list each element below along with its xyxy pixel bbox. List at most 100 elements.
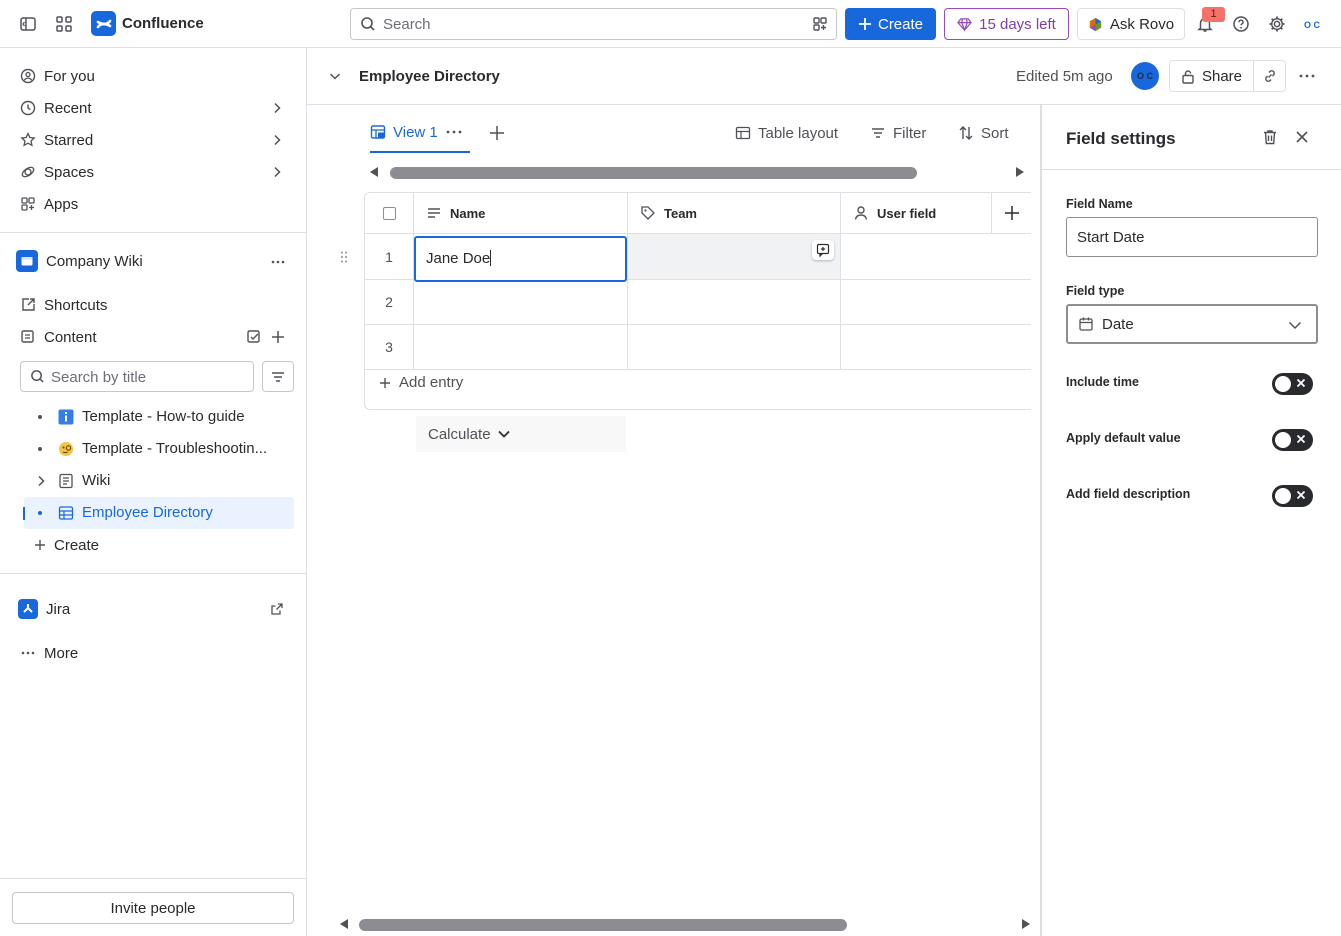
select-all-cell [365, 193, 414, 234]
table-cell-team[interactable] [628, 325, 841, 370]
chevron-right-icon[interactable] [270, 101, 284, 115]
share-button[interactable]: Share [1169, 60, 1254, 92]
person-icon [854, 206, 868, 220]
external-link-icon[interactable] [270, 602, 284, 616]
scroll-left-arrow-icon[interactable] [368, 166, 380, 178]
table-layout-label: Table layout [758, 124, 839, 142]
edited-timestamp[interactable]: Edited 5m ago [1016, 68, 1113, 85]
space-header[interactable]: Company Wiki [16, 248, 298, 274]
include-time-toggle[interactable] [1272, 373, 1313, 395]
sidebar-item-starred[interactable]: Starred [8, 124, 298, 156]
content-icon [21, 330, 34, 343]
bullet [38, 447, 42, 451]
collaborator-avatar[interactable]: O C [1131, 62, 1159, 90]
scroll-left-arrow-icon[interactable] [338, 918, 350, 930]
sidebar-item-content[interactable]: Content [8, 321, 298, 353]
tab-view-1[interactable]: View 1 [370, 113, 470, 153]
invite-people-button[interactable]: Invite people [12, 892, 294, 924]
table-cell-user-field[interactable] [841, 280, 1031, 325]
scroll-right-arrow-icon[interactable] [1020, 918, 1032, 930]
add-view-icon[interactable] [489, 125, 505, 141]
column-header-team[interactable]: Team [628, 193, 841, 234]
close-icon[interactable] [1294, 129, 1310, 145]
user-avatar[interactable]: O C [1299, 12, 1325, 38]
sidebar-toggle-icon[interactable] [16, 12, 40, 36]
create-button[interactable]: Create [845, 8, 936, 40]
app-switcher-icon[interactable] [52, 12, 76, 36]
settings-gear-icon[interactable] [1265, 12, 1289, 36]
sidebar-item-apps[interactable]: Apps [8, 188, 298, 220]
chevron-right-icon[interactable] [270, 133, 284, 147]
sidebar-divider [0, 573, 306, 574]
row-number[interactable]: 1 [365, 234, 414, 280]
sidebar-item-jira[interactable]: Jira [8, 593, 298, 625]
comment-icon[interactable] [812, 240, 834, 260]
table-cell-user-field[interactable] [841, 234, 1031, 280]
sidebar-item-label: Apps [44, 195, 79, 213]
field-name-label: Field Name [1066, 197, 1133, 211]
sidebar-item-for-you[interactable]: For you [8, 60, 298, 92]
sidebar-create-button[interactable]: Create [24, 529, 224, 561]
filter-button[interactable]: Filter [870, 120, 926, 146]
row-number[interactable]: 3 [365, 325, 414, 370]
global-search-input[interactable]: Search [350, 8, 837, 40]
filter-content-icon[interactable] [246, 329, 262, 345]
drag-handle-icon[interactable] [339, 250, 349, 264]
field-name-input[interactable]: Start Date [1066, 217, 1318, 257]
add-field-description-toggle[interactable] [1272, 485, 1313, 507]
sidebar-item-shortcuts[interactable]: Shortcuts [8, 289, 298, 321]
collapse-chevron-icon[interactable] [328, 69, 342, 83]
confluence-logo-icon[interactable] [91, 11, 116, 36]
apply-default-value-toggle[interactable] [1272, 429, 1313, 451]
tree-filter-button[interactable] [262, 361, 294, 392]
app-name[interactable]: Confluence [122, 15, 204, 32]
tree-item-wiki[interactable]: Wiki [24, 465, 294, 497]
table-horizontal-scrollbar[interactable] [366, 165, 1028, 179]
select-all-checkbox[interactable] [382, 206, 396, 220]
sidebar-item-more[interactable]: More [8, 637, 298, 669]
sidebar-item-recent[interactable]: Recent [8, 92, 298, 124]
user-circle-icon [20, 68, 36, 84]
ask-rovo-button[interactable]: Ask Rovo [1077, 8, 1185, 40]
more-actions-icon[interactable] [270, 254, 286, 270]
chevron-down-icon [497, 430, 510, 438]
panel-divider [1042, 169, 1341, 170]
chevron-right-icon[interactable] [35, 474, 47, 488]
add-column-icon[interactable] [1004, 205, 1020, 221]
sidebar-item-spaces[interactable]: Spaces [8, 156, 298, 188]
copy-link-button[interactable] [1253, 60, 1286, 92]
row-number[interactable]: 2 [365, 280, 414, 325]
name-cell-editor[interactable]: Jane Doe [414, 236, 627, 282]
bullet [38, 511, 42, 515]
table-layout-button[interactable]: Table layout [735, 120, 838, 146]
more-actions-icon[interactable] [1298, 68, 1316, 84]
column-header-user-field[interactable]: User field [841, 193, 992, 234]
add-content-icon[interactable] [270, 329, 286, 345]
table-cell-name[interactable] [414, 325, 628, 370]
chevron-right-icon[interactable] [270, 165, 284, 179]
add-column-cell[interactable] [992, 193, 1031, 234]
tree-item-how-to-guide[interactable]: Template - How-to guide [24, 401, 294, 433]
field-type-select[interactable]: Date [1066, 304, 1318, 344]
search-by-title-input[interactable]: Search by title [20, 361, 254, 392]
scroll-right-arrow-icon[interactable] [1014, 166, 1026, 178]
column-header-name[interactable]: Name [414, 193, 628, 234]
scrollbar-thumb[interactable] [359, 919, 847, 931]
page-horizontal-scrollbar[interactable] [336, 917, 1034, 931]
view-more-icon[interactable] [445, 127, 463, 137]
tree-item-troubleshooting[interactable]: Template - Troubleshootin... [24, 433, 294, 465]
calculate-button[interactable]: Calculate [416, 416, 626, 452]
scrollbar-thumb[interactable] [390, 167, 917, 179]
add-entry-button[interactable]: Add entry [379, 374, 463, 391]
tree-item-employee-directory[interactable]: Employee Directory [23, 497, 294, 529]
table-cell-user-field[interactable] [841, 325, 1031, 370]
trial-button[interactable]: 15 days left [944, 8, 1069, 40]
table-cell-name[interactable] [414, 280, 628, 325]
search-filters-icon[interactable] [812, 16, 828, 32]
table-cell-team[interactable] [628, 280, 841, 325]
delete-trash-icon[interactable] [1261, 128, 1279, 146]
help-icon[interactable] [1229, 12, 1253, 36]
table-cell-team[interactable] [628, 234, 841, 280]
toggle-knob [1275, 432, 1291, 448]
sort-button[interactable]: Sort [958, 120, 1009, 146]
